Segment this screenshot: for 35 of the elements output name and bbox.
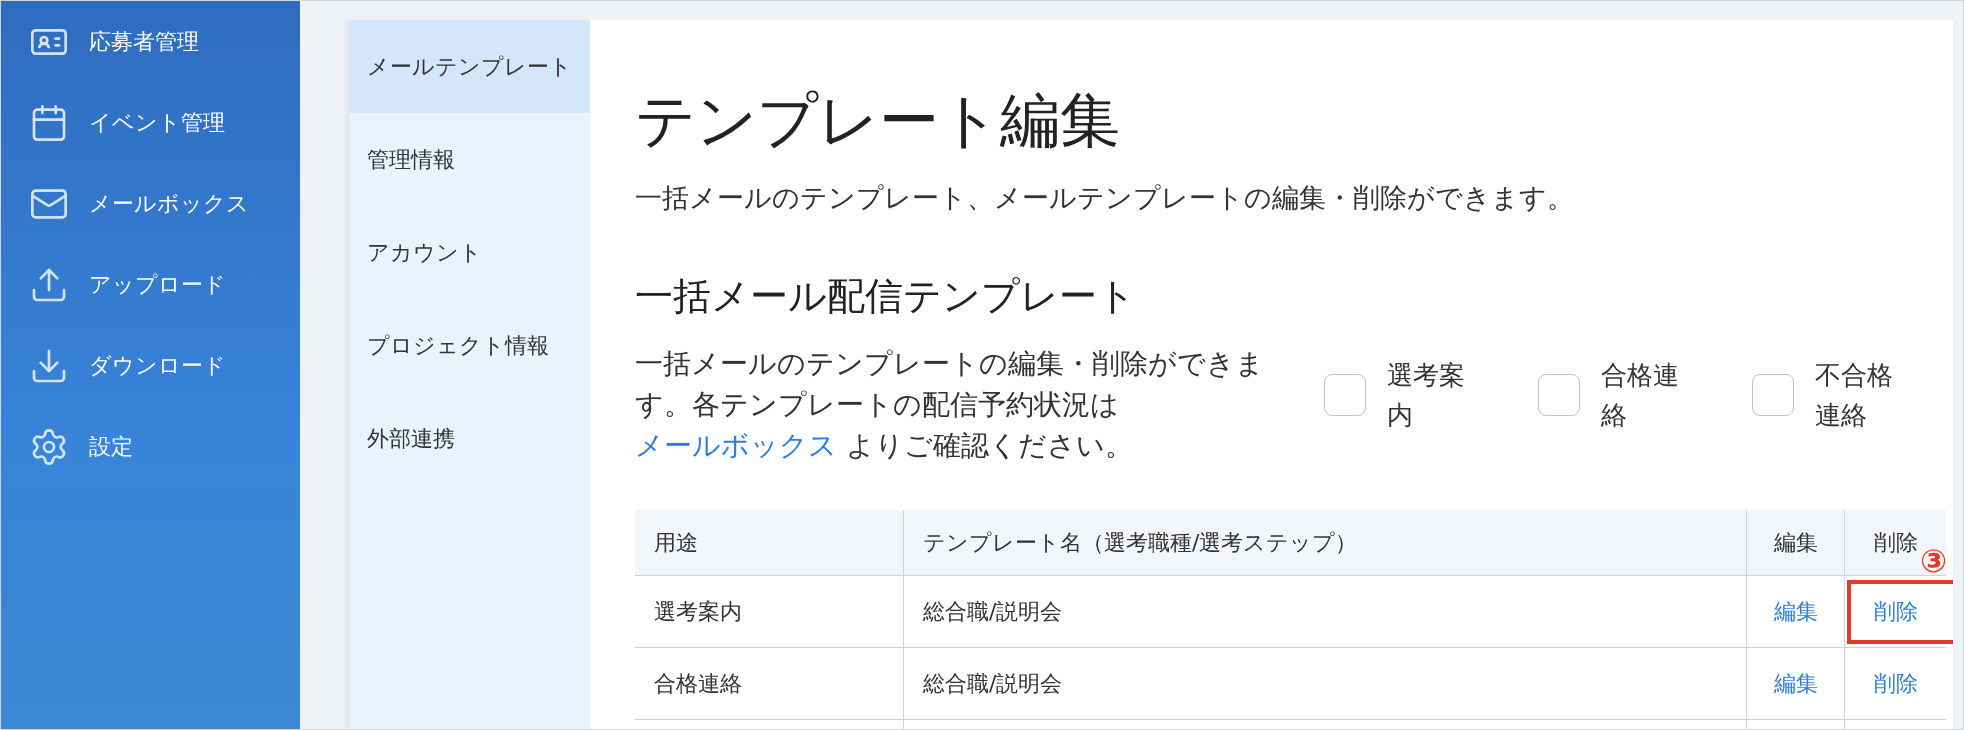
- section-description: 一括メールのテンプレートの編集・削除ができます。各テンプレートの配信予約状況は メールボックス よりご確認ください。: [635, 346, 1265, 464]
- table-cell: 総合職/説明会: [904, 648, 1747, 719]
- checkbox[interactable]: [1752, 374, 1794, 416]
- delete-link[interactable]: 削除: [1873, 668, 1918, 699]
- nav-item[interactable]: メールテンプレート: [349, 20, 590, 113]
- sidebar-item[interactable]: メールボックス: [1, 163, 300, 244]
- edit-link[interactable]: 編集: [1773, 596, 1818, 627]
- table-cell: 選考案内: [635, 576, 904, 647]
- nav-item[interactable]: プロジェクト情報: [349, 299, 590, 392]
- table-cell: 合格連絡: [635, 648, 904, 719]
- sidebar-item[interactable]: 応募者管理: [1, 1, 300, 82]
- edit-link[interactable]: 編集: [1773, 668, 1818, 699]
- column-header: 削除: [1873, 528, 1918, 557]
- checkbox[interactable]: [1538, 374, 1580, 416]
- nav-item[interactable]: 管理情報: [349, 113, 590, 206]
- column-header: 編集: [1773, 528, 1818, 557]
- checkbox-label[interactable]: 不合格連絡: [1815, 355, 1906, 435]
- sidebar-item[interactable]: アップロード: [1, 244, 300, 325]
- column-header: 用途: [654, 528, 698, 557]
- nav-item[interactable]: アカウント: [349, 206, 590, 299]
- page-subtitle: 一括メールのテンプレート、メールテンプレートの編集・削除ができます。: [635, 181, 1575, 215]
- mailbox-link[interactable]: メールボックス: [635, 429, 837, 462]
- sidebar-item[interactable]: ダウンロード: [1, 325, 300, 406]
- nav-item[interactable]: 外部連携: [349, 392, 590, 485]
- callout-marker: ③: [1920, 544, 1948, 578]
- table-cell: 総合職/説明会: [904, 576, 1747, 647]
- delete-link[interactable]: 削除: [1873, 596, 1918, 627]
- sidebar-item[interactable]: 設定: [1, 406, 300, 487]
- sidebar-item[interactable]: イベント管理: [1, 82, 300, 163]
- checkbox[interactable]: [1324, 374, 1366, 416]
- page-title: テンプレート編集: [635, 84, 1121, 156]
- section-title: 一括メール配信テンプレート: [635, 273, 1137, 320]
- checkbox-label[interactable]: 合格連絡: [1601, 355, 1692, 435]
- column-header: テンプレート名（選考職種/選考ステップ）: [923, 528, 1358, 557]
- checkbox-label[interactable]: 選考案内: [1387, 355, 1478, 435]
